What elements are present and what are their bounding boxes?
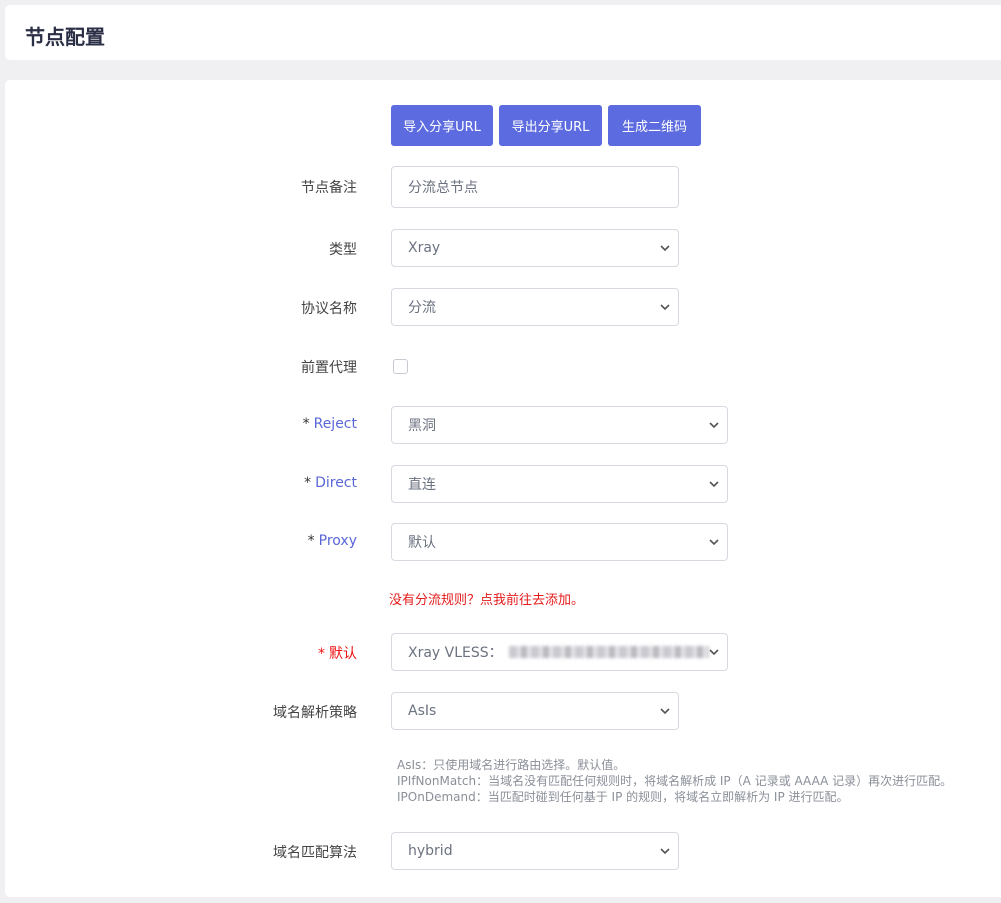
proxy-label: * Proxy: [157, 533, 357, 549]
type-select[interactable]: Xray: [391, 229, 679, 267]
export-share-url-button[interactable]: 导出分享URL: [499, 105, 602, 146]
remark-input[interactable]: 分流总节点: [391, 166, 679, 208]
default-label-text: 默认: [329, 646, 357, 662]
required-mark: *: [304, 475, 312, 491]
required-mark: *: [318, 646, 325, 662]
proxy-select[interactable]: 默认: [391, 523, 728, 561]
domain-strategy-select-value: AsIs: [408, 703, 437, 719]
type-label: 类型: [329, 242, 357, 258]
reject-select-value: 黑洞: [408, 418, 436, 434]
domain-matcher-label: 域名匹配算法: [273, 845, 357, 861]
page-header: 节点配置: [5, 5, 1001, 60]
generate-qrcode-button[interactable]: 生成二维码: [608, 105, 701, 146]
domain-matcher-select[interactable]: hybrid: [391, 832, 679, 870]
required-mark: *: [307, 533, 315, 549]
reject-label: * Reject: [157, 416, 357, 432]
node-config-card: 导入分享URL 导出分享URL 生成二维码 节点备注 分流总节点 类型 Xray…: [5, 80, 1001, 897]
chevron-down-icon: [709, 481, 719, 488]
domain-strategy-hint: AsIs：只使用域名进行路由选择。默认值。 IPIfNonMatch：当域名没有…: [397, 757, 952, 805]
hint-line: AsIs：只使用域名进行路由选择。默认值。: [397, 758, 626, 772]
remark-label: 节点备注: [301, 180, 357, 196]
default-label: * 默认: [157, 643, 357, 663]
preproxy-label: 前置代理: [301, 360, 357, 376]
domain-strategy-select[interactable]: AsIs: [391, 692, 679, 730]
required-mark: *: [302, 416, 310, 432]
direct-select[interactable]: 直连: [391, 465, 728, 503]
redacted-address: [508, 646, 709, 658]
remark-input-value: 分流总节点: [408, 180, 478, 196]
reject-select[interactable]: 黑洞: [391, 406, 728, 444]
chevron-down-icon: [660, 848, 670, 855]
chevron-down-icon: [709, 422, 719, 429]
direct-label-text: Direct: [315, 475, 357, 491]
import-share-url-button[interactable]: 导入分享URL: [391, 105, 493, 146]
preproxy-checkbox[interactable]: [393, 359, 408, 374]
protocol-select-value: 分流: [408, 300, 436, 316]
proxy-select-value: 默认: [408, 535, 436, 551]
chevron-down-icon: [660, 245, 670, 252]
domain-strategy-label: 域名解析策略: [273, 705, 357, 721]
direct-label: * Direct: [157, 475, 357, 491]
page-title: 节点配置: [25, 25, 105, 49]
chevron-down-icon: [709, 649, 719, 656]
chevron-down-icon: [660, 304, 670, 311]
direct-select-value: 直连: [408, 477, 436, 493]
hint-line: IPOnDemand：当匹配时碰到任何基于 IP 的规则，将域名立即解析为 IP…: [397, 790, 849, 804]
proxy-label-text: Proxy: [318, 533, 357, 549]
protocol-label: 协议名称: [301, 301, 357, 317]
default-select-value: Xray VLESS：: [408, 645, 503, 661]
reject-label-text: Reject: [313, 416, 357, 432]
protocol-select[interactable]: 分流: [391, 288, 679, 326]
chevron-down-icon: [660, 708, 670, 715]
hint-line: IPIfNonMatch：当域名没有匹配任何规则时，将域名解析成 IP（A 记录…: [397, 774, 953, 788]
domain-matcher-select-value: hybrid: [408, 843, 453, 859]
default-select[interactable]: Xray VLESS：: [391, 633, 728, 671]
type-select-value: Xray: [408, 240, 441, 256]
add-rules-link[interactable]: 没有分流规则？点我前往去添加。: [389, 589, 584, 608]
chevron-down-icon: [709, 539, 719, 546]
